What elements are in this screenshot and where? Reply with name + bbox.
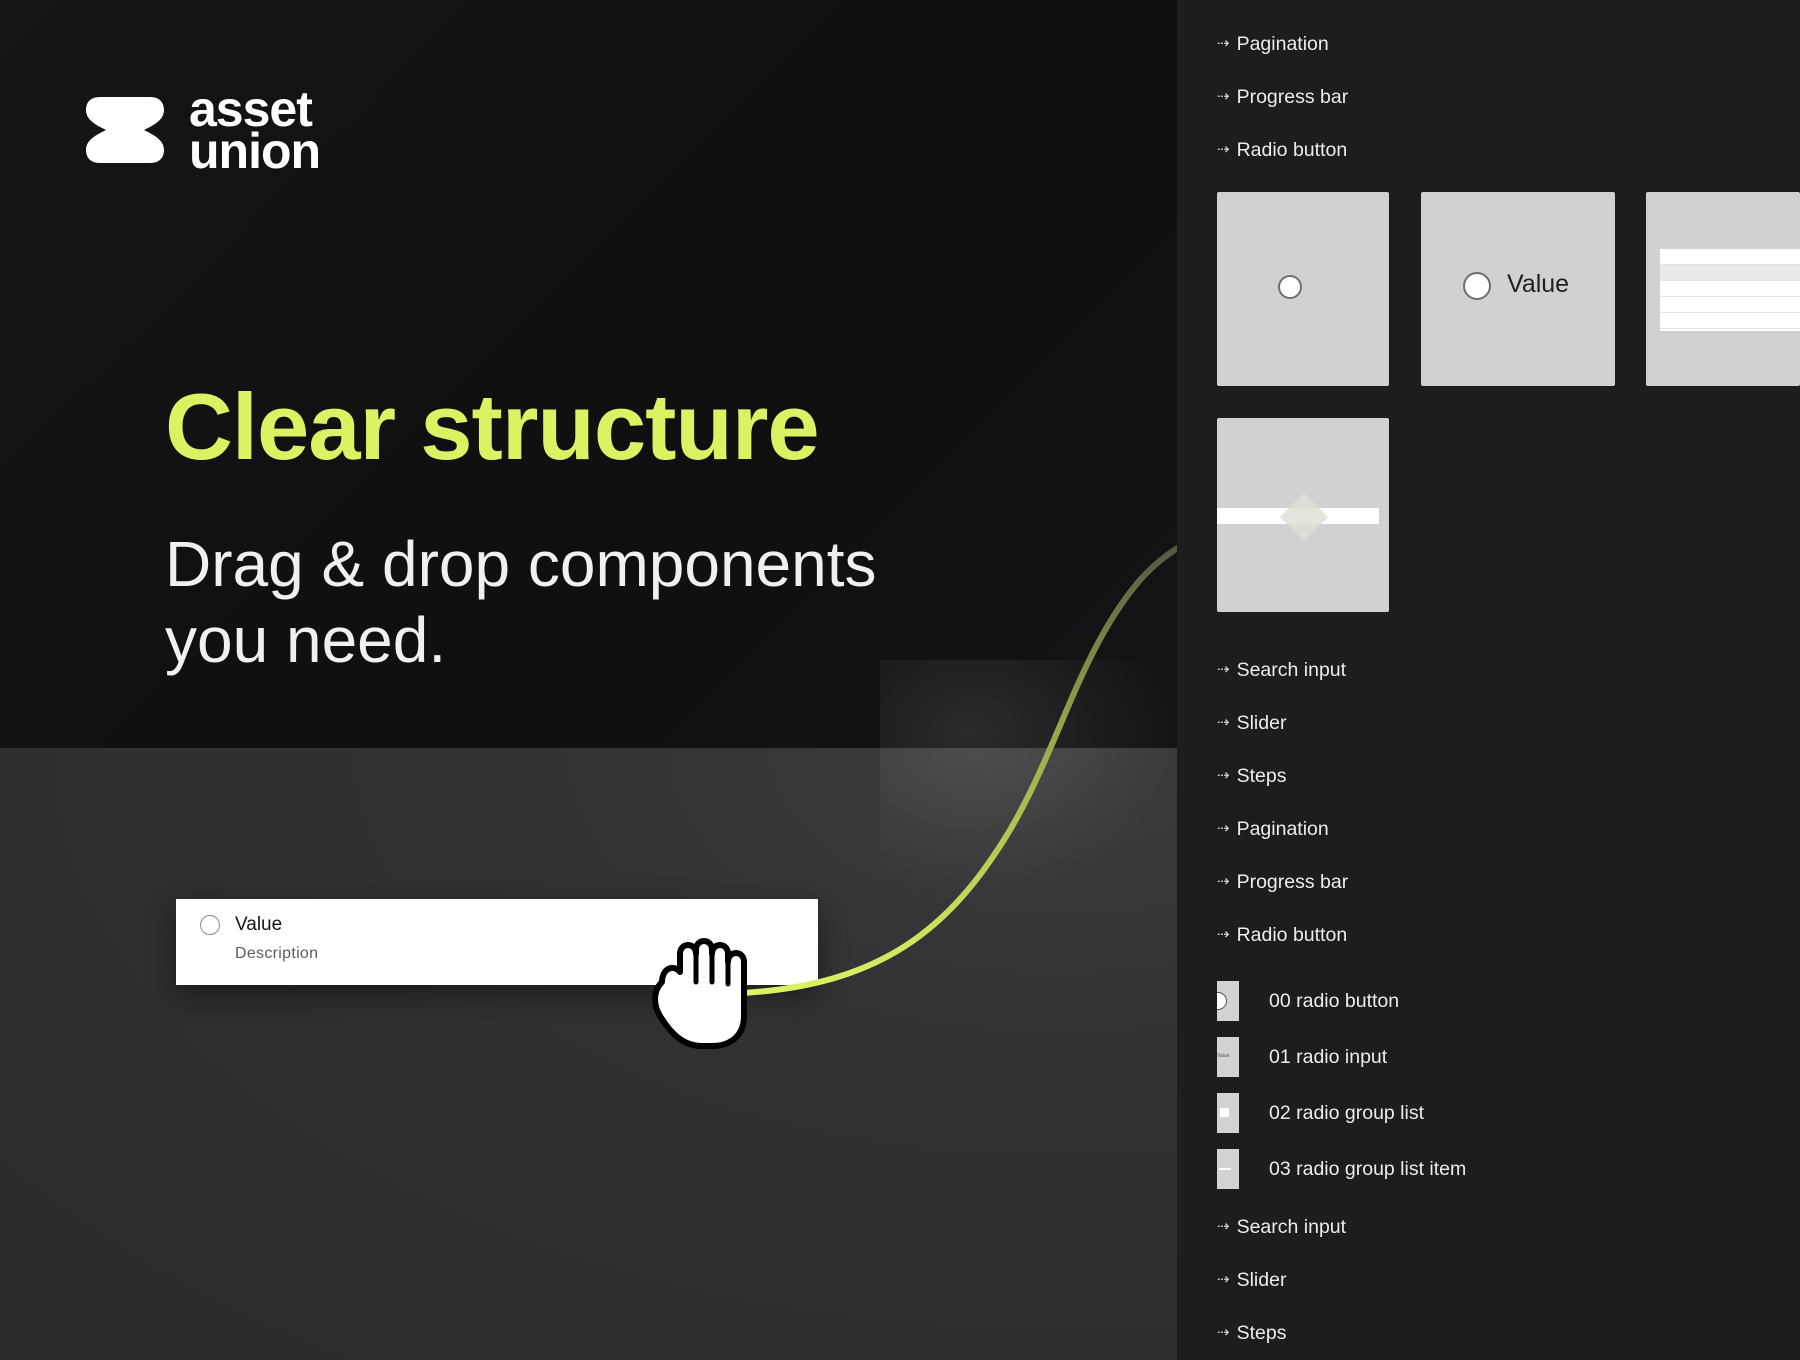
layer-thumb-text: Value xyxy=(1217,1053,1230,1059)
arrow-right-icon: ⇢ xyxy=(1217,926,1230,943)
nav-item-steps-2[interactable]: ⇢ Steps xyxy=(1217,1321,1286,1345)
radio-value-thumbnail[interactable]: Value xyxy=(1421,192,1615,386)
nav-item-progress-bar-2[interactable]: ⇢ Progress bar xyxy=(1217,870,1348,894)
nav-item-slider[interactable]: ⇢ Slider xyxy=(1217,711,1286,735)
mini-list-row xyxy=(1660,265,1800,281)
nav-item-label: Slider xyxy=(1236,712,1287,734)
mini-list-row xyxy=(1660,313,1800,329)
grab-hand-cursor-icon[interactable] xyxy=(640,920,760,1050)
nav-item-label: Steps xyxy=(1236,765,1287,787)
arrow-right-icon: ⇢ xyxy=(1217,661,1230,678)
arrow-right-icon: ⇢ xyxy=(1217,1218,1230,1235)
nav-item-label: Radio button xyxy=(1236,139,1348,161)
radio-group-list-item-thumbnail[interactable] xyxy=(1217,418,1389,612)
layer-label: 00 radio button xyxy=(1269,989,1400,1012)
mini-list-row xyxy=(1660,249,1800,265)
mini-list-row xyxy=(1660,281,1800,297)
layer-label: 01 radio input xyxy=(1269,1045,1388,1068)
nav-item-radio-button-2[interactable]: ⇢ Radio button xyxy=(1217,923,1347,947)
mini-radio-list xyxy=(1660,249,1800,331)
radio-circle-icon xyxy=(1278,275,1302,299)
drop-target-diamond-icon xyxy=(1279,492,1329,542)
nav-item-pagination-2[interactable]: ⇢ Pagination xyxy=(1217,817,1329,841)
nav-item-steps[interactable]: ⇢ Steps xyxy=(1217,764,1286,788)
arrow-right-icon: ⇢ xyxy=(1217,141,1230,158)
radio-circle-icon xyxy=(1217,981,1239,1021)
radio-item-icon xyxy=(1217,1149,1239,1189)
arrow-right-icon: ⇢ xyxy=(1217,820,1230,837)
nav-item-label: Pagination xyxy=(1236,33,1329,55)
layer-item-01-radio-input[interactable]: Value 01 radio input xyxy=(1217,1037,1387,1077)
arrow-right-icon: ⇢ xyxy=(1217,714,1230,731)
radio-circle-icon xyxy=(1463,272,1491,300)
arrow-right-icon: ⇢ xyxy=(1217,767,1230,784)
nav-item-label: Radio button xyxy=(1236,924,1348,946)
radio-input-icon: Value xyxy=(1217,1037,1239,1077)
mini-list-row xyxy=(1660,297,1800,313)
thumbnail-value-label: Value xyxy=(1507,270,1570,298)
nav-item-label: Slider xyxy=(1236,1269,1287,1291)
layer-item-00-radio-button[interactable]: 00 radio button xyxy=(1217,981,1399,1021)
nav-item-label: Pagination xyxy=(1236,818,1329,840)
radio-group-list-thumbnail[interactable] xyxy=(1646,192,1800,386)
nav-item-radio-button[interactable]: ⇢ Radio button xyxy=(1217,138,1347,162)
nav-item-label: Progress bar xyxy=(1236,86,1349,108)
nav-item-label: Progress bar xyxy=(1236,871,1349,893)
components-panel: ⇢ Pagination ⇢ Progress bar ⇢ Radio butt… xyxy=(1177,0,1800,1360)
radio-circle-thumbnail[interactable] xyxy=(1217,192,1389,386)
radio-group-icon xyxy=(1217,1093,1239,1133)
nav-item-search-input-2[interactable]: ⇢ Search input xyxy=(1217,1215,1346,1239)
nav-item-search-input[interactable]: ⇢ Search input xyxy=(1217,658,1346,682)
nav-item-slider-2[interactable]: ⇢ Slider xyxy=(1217,1268,1286,1292)
arrow-right-icon: ⇢ xyxy=(1217,35,1230,52)
nav-item-label: Search input xyxy=(1236,1216,1347,1238)
nav-item-label: Search input xyxy=(1236,659,1347,681)
arrow-right-icon: ⇢ xyxy=(1217,1271,1230,1288)
nav-item-pagination[interactable]: ⇢ Pagination xyxy=(1217,32,1329,56)
layer-item-02-radio-group-list[interactable]: 02 radio group list xyxy=(1217,1093,1424,1133)
arrow-right-icon: ⇢ xyxy=(1217,1324,1230,1341)
nav-item-progress-bar[interactable]: ⇢ Progress bar xyxy=(1217,85,1348,109)
nav-item-label: Steps xyxy=(1236,1322,1287,1344)
layer-label: 02 radio group list xyxy=(1269,1101,1425,1124)
layer-item-03-radio-group-list-item[interactable]: 03 radio group list item xyxy=(1217,1149,1466,1189)
arrow-right-icon: ⇢ xyxy=(1217,88,1230,105)
layer-label: 03 radio group list item xyxy=(1269,1157,1467,1180)
arrow-right-icon: ⇢ xyxy=(1217,873,1230,890)
